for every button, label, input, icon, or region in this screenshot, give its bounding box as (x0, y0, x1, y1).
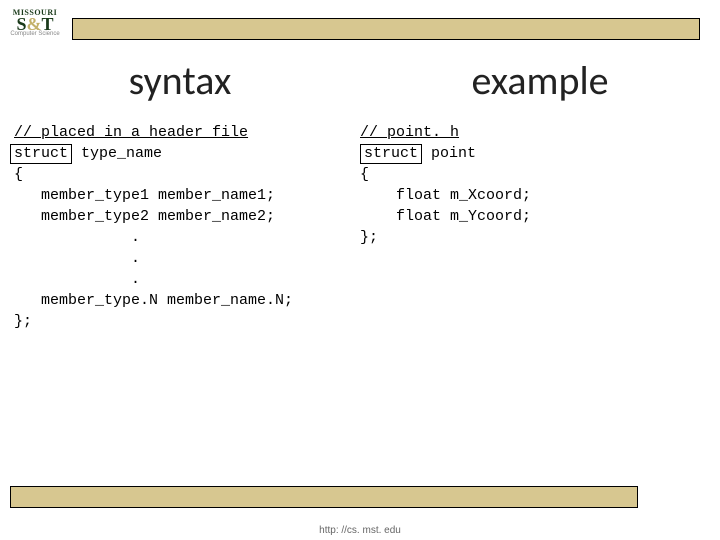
headings-row: syntax example (0, 56, 720, 105)
syntax-column: // placed in a header file struct type_n… (0, 122, 360, 332)
example-close-brace: }; (360, 229, 378, 246)
heading-syntax: syntax (0, 56, 360, 105)
syntax-close-brace: }; (14, 313, 32, 330)
example-field-2: float m_Ycoord; (360, 208, 531, 225)
footer-url: http: //cs. mst. edu (0, 525, 720, 536)
content-row: // placed in a header file struct type_n… (0, 122, 720, 332)
logo-st: S&T (6, 17, 64, 31)
slide: MISSOURI S&T Computer Science syntax exa… (0, 0, 720, 540)
syntax-dot-3: . (14, 271, 140, 288)
heading-example: example (360, 56, 720, 105)
syntax-member-1: member_type1 member_name1; (14, 187, 275, 204)
syntax-open-brace: { (14, 166, 23, 183)
syntax-member-2: member_type2 member_name2; (14, 208, 275, 225)
example-typename: point (431, 145, 476, 162)
syntax-dot-2: . (14, 250, 140, 267)
example-comment: // point. h (360, 124, 459, 141)
top-decor-bar (72, 18, 700, 40)
example-struct-keyword: struct (360, 144, 422, 164)
syntax-typename: type_name (81, 145, 162, 162)
syntax-dot-1: . (14, 229, 140, 246)
bottom-decor-bar (10, 486, 638, 508)
syntax-struct-keyword: struct (10, 144, 72, 164)
syntax-member-n: member_type.N member_name.N; (14, 292, 293, 309)
example-field-1: float m_Xcoord; (360, 187, 531, 204)
example-column: // point. h struct point { float m_Xcoor… (360, 122, 712, 332)
logo-department: Computer Science (6, 31, 64, 37)
syntax-comment: // placed in a header file (14, 124, 248, 141)
example-open-brace: { (360, 166, 369, 183)
logo: MISSOURI S&T Computer Science (6, 8, 64, 37)
